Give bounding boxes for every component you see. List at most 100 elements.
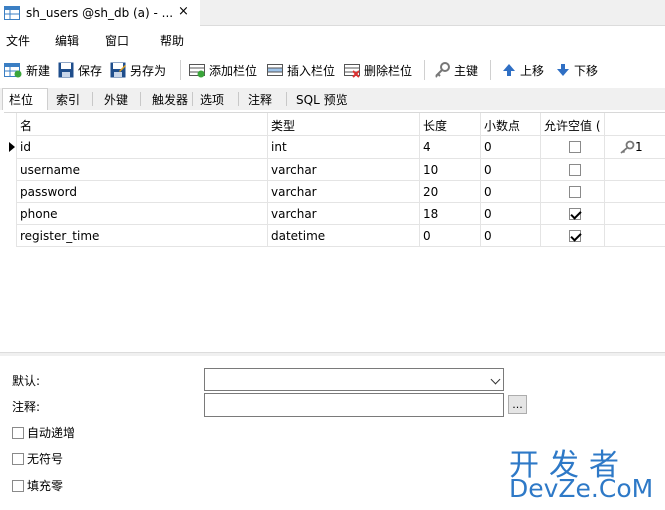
field-name-cell[interactable]: username (17, 159, 267, 181)
field-decimals-cell[interactable]: 0 (481, 136, 540, 158)
default-label: 默认: (12, 374, 41, 388)
move-up-button[interactable]: 上移 (502, 56, 544, 84)
primary-key-cell[interactable]: 1 (616, 136, 662, 158)
add-field-button[interactable]: 添加栏位 (189, 56, 257, 84)
save-as-icon (110, 62, 126, 78)
tab-triggers[interactable]: 触发器 (152, 88, 188, 110)
tab-indexes[interactable]: 索引 (56, 88, 80, 110)
watermark-logo: 开发者 DevZe.CoM (505, 440, 665, 508)
toolbar-separator (424, 60, 425, 80)
field-decimals-cell[interactable]: 0 (481, 225, 540, 247)
primary-key-button[interactable]: 主键 (434, 56, 478, 84)
arrow-down-icon (557, 64, 569, 76)
move-down-label: 下移 (574, 63, 599, 78)
field-length-cell[interactable]: 18 (420, 203, 480, 225)
insert-field-label: 插入栏位 (287, 63, 336, 78)
document-title: sh_users @sh_db (a) - ... (26, 6, 174, 20)
field-type-cell[interactable]: int (268, 136, 418, 158)
menu-bar: 文件 编辑 窗口 帮助 (0, 28, 665, 52)
comment-input[interactable] (204, 393, 504, 417)
nullable-checkbox[interactable] (569, 186, 581, 198)
field-name-cell[interactable]: id (17, 136, 267, 158)
nullable-checkbox-cell[interactable] (566, 203, 586, 225)
tab-divider (192, 92, 193, 106)
arrow-up-icon (503, 64, 515, 76)
tab-divider (238, 92, 239, 106)
tab-foreign-keys[interactable]: 外键 (104, 88, 128, 110)
auto-increment-checkbox[interactable] (12, 426, 24, 439)
tab-fields[interactable]: 栏位 (2, 88, 48, 110)
field-decimals-cell[interactable]: 0 (481, 159, 540, 181)
menu-edit[interactable]: 编辑 (55, 32, 79, 49)
chevron-down-icon[interactable] (490, 374, 501, 385)
field-length-cell[interactable]: 0 (420, 225, 480, 247)
field-decimals-cell[interactable]: 0 (481, 181, 540, 203)
field-name-cell[interactable]: phone (17, 203, 267, 225)
menu-help[interactable]: 帮助 (160, 32, 184, 49)
nullable-checkbox[interactable] (569, 164, 581, 176)
close-tab-icon[interactable]: × (178, 4, 189, 19)
tab-bar: 栏位 索引 外键 触发器 选项 注释 SQL 预览 (0, 88, 665, 110)
field-length-cell[interactable]: 10 (420, 159, 480, 181)
auto-increment-option[interactable]: 自动递增 (12, 424, 75, 441)
field-length-cell[interactable]: 4 (420, 136, 480, 158)
column-header-length[interactable]: 长度 (420, 114, 480, 136)
primary-key-label: 主键 (454, 63, 479, 78)
tab-sql-preview[interactable]: SQL 预览 (296, 88, 348, 110)
nullable-checkbox-cell[interactable] (566, 225, 586, 247)
document-tab[interactable]: sh_users @sh_db (a) - ... × (0, 0, 200, 26)
tab-options[interactable]: 选项 (200, 88, 224, 110)
primary-key-icon (620, 140, 635, 154)
column-header-name[interactable]: 名 (17, 114, 267, 136)
field-name-cell[interactable]: register_time (17, 225, 267, 247)
zerofill-option[interactable]: 填充零 (12, 477, 63, 494)
toolbar-separator (490, 60, 491, 80)
field-type-cell[interactable]: datetime (268, 225, 418, 247)
save-label: 保存 (78, 63, 103, 78)
field-length-cell[interactable]: 20 (420, 181, 480, 203)
delete-field-button[interactable]: 删除栏位 (344, 56, 412, 84)
field-decimals-cell[interactable]: 0 (481, 203, 540, 225)
move-down-button[interactable]: 下移 (556, 56, 598, 84)
auto-increment-label: 自动递增 (27, 426, 76, 440)
unsigned-checkbox[interactable] (12, 452, 24, 465)
nullable-checkbox[interactable] (569, 141, 581, 153)
field-type-cell[interactable]: varchar (268, 181, 418, 203)
menu-file[interactable]: 文件 (6, 32, 30, 49)
primary-key-order: 1 (635, 140, 643, 154)
table-icon (4, 6, 20, 20)
save-as-button[interactable]: 另存为 (110, 56, 166, 84)
nullable-checkbox-cell[interactable] (566, 181, 586, 203)
panel-splitter[interactable] (0, 352, 665, 356)
delete-field-label: 删除栏位 (364, 63, 413, 78)
menu-window[interactable]: 窗口 (105, 32, 129, 49)
default-combobox[interactable] (204, 368, 504, 391)
comment-label: 注释: (12, 400, 41, 414)
comment-editor-button[interactable]: ... (508, 395, 527, 414)
fields-grid: 名 类型 长度 小数点 允许空值 ( id int 4 0 1 username… (4, 112, 665, 352)
column-header-type[interactable]: 类型 (268, 114, 418, 136)
column-header-decimals[interactable]: 小数点 (481, 114, 540, 136)
add-field-label: 添加栏位 (209, 63, 258, 78)
nullable-checkbox-cell[interactable] (566, 159, 586, 181)
new-label: 新建 (26, 63, 51, 78)
nullable-checkbox-cell[interactable] (566, 136, 586, 158)
field-name-cell[interactable]: password (17, 181, 267, 203)
column-header-nullable[interactable]: 允许空值 ( (541, 114, 604, 136)
new-table-icon (4, 63, 22, 78)
new-button[interactable]: 新建 (4, 56, 50, 84)
save-button[interactable]: 保存 (58, 56, 102, 84)
tab-divider (286, 92, 287, 106)
toolbar-separator (180, 60, 181, 80)
insert-field-button[interactable]: 插入栏位 (267, 56, 335, 84)
title-tab-bar: sh_users @sh_db (a) - ... × (0, 0, 665, 26)
field-type-cell[interactable]: varchar (268, 203, 418, 225)
field-type-cell[interactable]: varchar (268, 159, 418, 181)
zerofill-checkbox[interactable] (12, 479, 24, 492)
add-field-icon (189, 64, 205, 78)
unsigned-option[interactable]: 无符号 (12, 450, 63, 467)
nullable-checkbox[interactable] (569, 208, 581, 220)
nullable-checkbox[interactable] (569, 230, 581, 242)
tab-comments[interactable]: 注释 (248, 88, 272, 110)
move-up-label: 上移 (520, 63, 545, 78)
